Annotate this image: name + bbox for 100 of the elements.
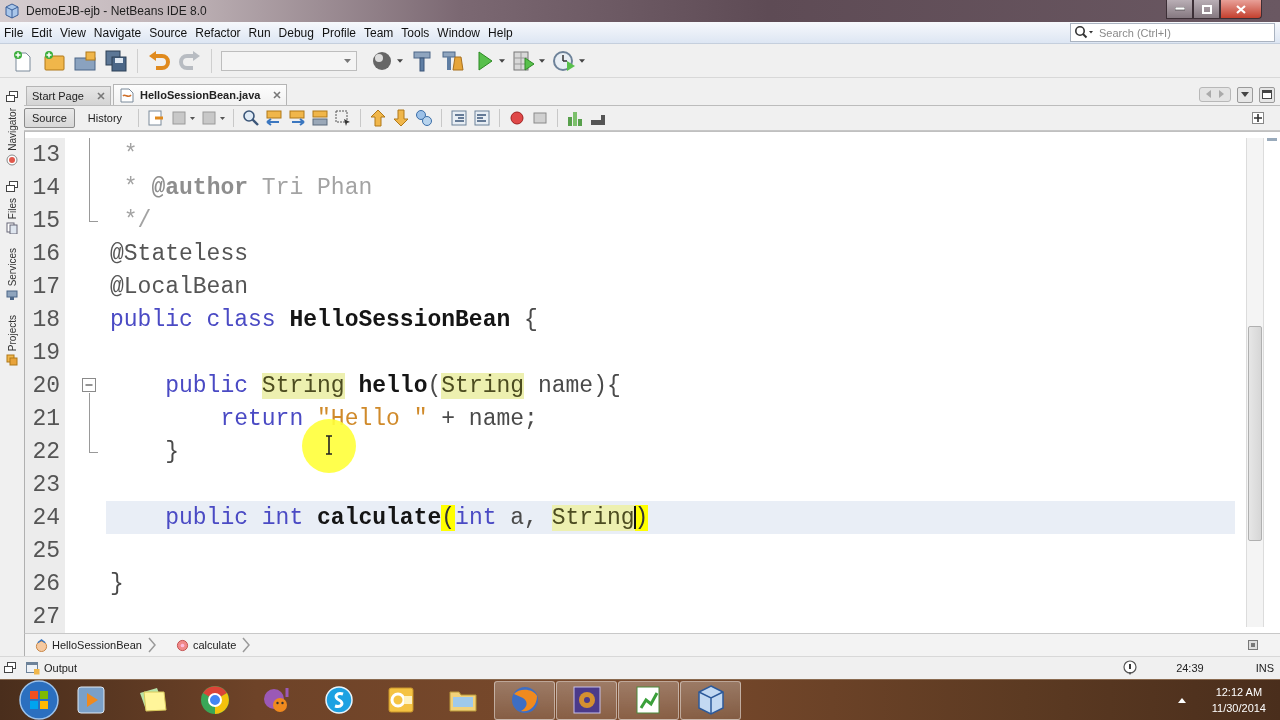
code-line: @LocalBean: [110, 273, 249, 300]
taskbar-button[interactable]: [618, 680, 679, 720]
line-number: 20: [32, 372, 60, 399]
dropdown-caret-icon[interactable]: [220, 116, 226, 120]
line-number: 17: [32, 273, 60, 300]
close-icon[interactable]: [273, 91, 282, 99]
maximize-button[interactable]: [1193, 0, 1220, 19]
menu-item[interactable]: Team: [360, 25, 398, 40]
taskbar-button[interactable]: [680, 680, 741, 720]
menu-item[interactable]: Edit: [27, 25, 57, 40]
close-icon[interactable]: [97, 92, 105, 100]
dropdown-caret-icon[interactable]: [397, 58, 403, 63]
document-arrow-icon[interactable]: [147, 109, 166, 127]
dropdown-caret-icon[interactable]: [190, 116, 196, 120]
tab-list-button[interactable]: [1237, 86, 1253, 103]
arrow-up-icon[interactable]: [369, 109, 388, 127]
menu-item[interactable]: Navigate: [89, 25, 146, 40]
search-field[interactable]: Search (Ctrl+I): [1070, 23, 1275, 42]
code-line: public String hello(String name){: [165, 372, 621, 399]
square-icon[interactable]: [1248, 640, 1258, 650]
clock-play-icon[interactable]: [552, 48, 576, 73]
hammer-icon[interactable]: [410, 48, 434, 73]
minimize-button[interactable]: [1166, 0, 1193, 19]
stacked-boxes-icon[interactable]: [311, 109, 330, 127]
error-stripe-marker[interactable]: [1267, 138, 1277, 141]
dropdown-caret-icon[interactable]: [539, 58, 545, 63]
side-panel-tab[interactable]: Files: [6, 195, 18, 236]
line-number: 16: [32, 240, 60, 267]
menu-item[interactable]: Debug: [274, 25, 318, 40]
taskbar-button[interactable]: [494, 680, 555, 720]
window-restore-icon[interactable]: [6, 91, 18, 102]
editor-tab[interactable]: Start Page: [26, 86, 111, 105]
view-toggle-button[interactable]: History: [79, 108, 131, 128]
arrow-down-icon[interactable]: [392, 109, 411, 127]
method-icon: [175, 638, 189, 652]
cube-icon: [4, 3, 20, 19]
line-number: 21: [32, 405, 60, 432]
vertical-scrollbar[interactable]: [1246, 138, 1264, 627]
dropdown-caret-icon[interactable]: [499, 58, 505, 63]
emblem-icon[interactable]: [570, 684, 603, 716]
menu-item[interactable]: Refactor: [191, 25, 245, 40]
taskbar-button[interactable]: [556, 680, 617, 720]
documents-icon: [6, 221, 18, 234]
fold-collapse-icon[interactable]: [82, 378, 96, 392]
side-panel-tab[interactable]: Navigator: [6, 106, 18, 168]
text-lines-icon[interactable]: [473, 109, 492, 127]
maximize-icon: [1201, 4, 1212, 14]
menu-item[interactable]: File: [0, 25, 28, 40]
clock-time[interactable]: 12:12 AM: [1215, 684, 1263, 700]
code-line: public int calculate(int a, String): [165, 504, 649, 531]
record-icon[interactable]: [508, 109, 527, 127]
window-title: DemoEJB-ejb - NetBeans IDE 8.0: [26, 4, 207, 18]
side-panel-tab[interactable]: Projects: [6, 313, 18, 369]
open-project-icon[interactable]: [73, 48, 97, 73]
menu-item[interactable]: Help: [484, 25, 517, 40]
play-tile-icon[interactable]: [74, 684, 107, 716]
up-arrow-icon[interactable]: [1177, 697, 1186, 703]
window-restore-icon[interactable]: [6, 180, 18, 192]
window-restore-icon[interactable]: [4, 662, 16, 673]
breadcrumb-item[interactable]: calculate: [173, 638, 239, 652]
view-toggle-button[interactable]: Source: [24, 108, 75, 128]
tricolor-circle-icon[interactable]: [198, 684, 231, 716]
save-all-icon[interactable]: [104, 48, 128, 73]
hammer-broom-icon[interactable]: [441, 48, 465, 73]
line-number: 14: [32, 174, 60, 201]
breadcrumb-item[interactable]: HelloSessionBean: [33, 638, 144, 652]
start-button[interactable]: [19, 680, 59, 720]
clock-date[interactable]: 11/30/2014: [1211, 700, 1266, 716]
linked-shapes-icon[interactable]: [415, 109, 434, 127]
menu-item[interactable]: Profile: [318, 25, 360, 40]
side-panel-tab[interactable]: Services: [6, 245, 18, 304]
maximize-panel-button[interactable]: [1259, 86, 1275, 103]
menu-item[interactable]: View: [56, 25, 90, 40]
text-lines-icon[interactable]: [450, 109, 469, 127]
line-number: 27: [32, 603, 60, 630]
magnifier-icon[interactable]: [242, 109, 261, 127]
close-icon: [1236, 4, 1246, 14]
dropdown-caret-icon[interactable]: [579, 58, 585, 63]
swirl-circle-icon[interactable]: [322, 684, 355, 716]
menu-item[interactable]: Source: [145, 25, 192, 40]
close-button[interactable]: [1220, 0, 1262, 19]
box-arrow-icon[interactable]: [265, 109, 284, 127]
menu-item[interactable]: Run: [244, 25, 275, 40]
new-project-icon[interactable]: [42, 48, 66, 73]
code-line: public class HelloSessionBean {: [110, 306, 538, 333]
chevron-right-icon[interactable]: [147, 637, 156, 653]
chevron-right-icon[interactable]: [242, 637, 251, 653]
editor-tab[interactable]: HelloSessionBean.java: [113, 84, 288, 105]
code-line: return "Hello " + name;: [220, 405, 538, 432]
scrollbar-thumb[interactable]: [1248, 326, 1262, 541]
plus-box-icon[interactable]: [1252, 112, 1264, 124]
box-arrow-icon[interactable]: [288, 109, 307, 127]
menu-item[interactable]: Tools: [397, 25, 434, 40]
bar-chart-icon[interactable]: [566, 109, 585, 127]
search-icon[interactable]: [1074, 25, 1094, 39]
menu-item[interactable]: Window: [433, 25, 485, 40]
code-line: * @author Tri Phan: [122, 174, 373, 201]
output-window-icon: [26, 661, 40, 675]
output-tab[interactable]: Output: [22, 661, 82, 675]
notification-icon[interactable]: [1122, 660, 1139, 676]
